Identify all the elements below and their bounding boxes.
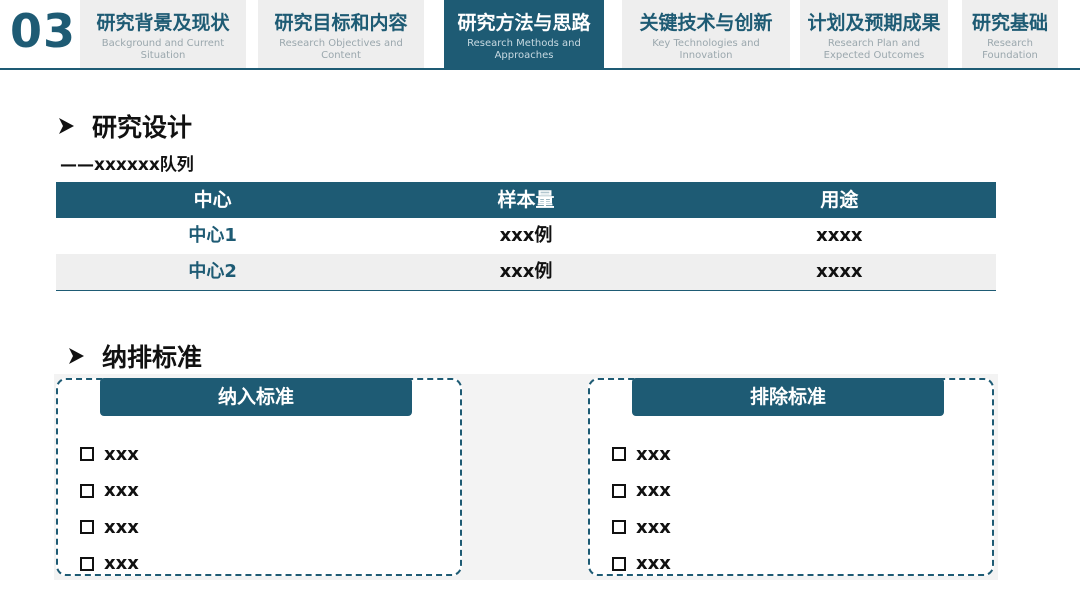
checkbox-icon bbox=[612, 483, 626, 498]
table-cell: xxxx bbox=[816, 261, 863, 282]
list-item-text: xxx bbox=[636, 553, 671, 575]
tab-objectives[interactable]: 研究目标和内容 Research Objectives and Content bbox=[258, 0, 424, 68]
tab-sublabel: Research Plan and Expected Outcomes bbox=[823, 38, 925, 61]
checkbox-icon bbox=[612, 556, 626, 571]
exclusion-list: xxx xxx xxx xxx bbox=[612, 436, 671, 582]
list-item: xxx bbox=[612, 509, 671, 546]
list-item: xxx bbox=[80, 436, 139, 473]
table-cell: xxxx bbox=[816, 225, 863, 246]
list-item-text: xxx bbox=[104, 480, 139, 502]
table-row: 中心2 xxx例 xxxx bbox=[56, 254, 996, 290]
list-item-text: xxx bbox=[636, 516, 671, 538]
tab-sublabel: Research Methods and Approaches bbox=[467, 38, 581, 61]
list-item-text: xxx bbox=[104, 516, 139, 538]
checkbox-icon bbox=[80, 520, 94, 535]
list-item-text: xxx bbox=[104, 553, 139, 575]
tab-sublabel: Research Foundation bbox=[982, 38, 1038, 61]
column-header-center: 中心 bbox=[193, 189, 232, 211]
list-item-text: xxx bbox=[636, 443, 671, 465]
tab-plan[interactable]: 计划及预期成果 Research Plan and Expected Outco… bbox=[800, 0, 948, 68]
list-item-text: xxx bbox=[636, 480, 671, 502]
table-cell: 中心1 bbox=[188, 225, 237, 246]
table-row: 中心1 xxx例 xxxx bbox=[56, 218, 996, 254]
tab-label: 关键技术与创新 bbox=[639, 12, 773, 34]
checkbox-icon bbox=[80, 483, 94, 498]
tab-sublabel: Background and Current Situation bbox=[101, 38, 225, 61]
arrow-right-icon bbox=[59, 118, 74, 134]
header-nav: 03 研究背景及现状 Background and Current Situat… bbox=[0, 0, 1080, 70]
checkbox-icon bbox=[612, 520, 626, 535]
tab-foundation[interactable]: 研究基础 Research Foundation bbox=[962, 0, 1058, 68]
table-cell: xxx例 bbox=[499, 225, 553, 246]
criteria-title: 纳排标准 bbox=[102, 343, 203, 372]
list-item: xxx bbox=[80, 473, 139, 510]
table-bottom-rule bbox=[56, 290, 996, 291]
tab-label: 研究背景及现状 bbox=[96, 12, 230, 34]
tab-methods[interactable]: 研究方法与思路 Research Methods and Approaches bbox=[444, 0, 604, 68]
center-table: 中心 样本量 用途 中心1 xxx例 xxxx 中心2 xxx例 xxxx bbox=[56, 182, 996, 291]
column-header-purpose: 用途 bbox=[820, 189, 859, 211]
column-header-sample-size: 样本量 bbox=[497, 189, 555, 211]
inclusion-list: xxx xxx xxx xxx bbox=[80, 436, 139, 582]
tab-label: 研究基础 bbox=[971, 12, 1048, 34]
tab-background[interactable]: 研究背景及现状 Background and Current Situation bbox=[80, 0, 246, 68]
inclusion-title: 纳入标准 bbox=[100, 378, 412, 416]
list-item: xxx bbox=[80, 509, 139, 546]
design-title: 研究设计 bbox=[92, 113, 193, 142]
arrow-right-icon bbox=[69, 348, 84, 364]
tab-sublabel: Research Objectives and Content bbox=[279, 38, 403, 61]
list-item: xxx bbox=[80, 546, 139, 583]
tab-sublabel: Key Technologies and Innovation bbox=[652, 38, 760, 61]
tab-label: 研究方法与思路 bbox=[457, 12, 591, 34]
cohort-subtitle: ——xxxxxx队列 bbox=[60, 155, 194, 175]
table-header: 中心 样本量 用途 bbox=[56, 182, 996, 218]
checkbox-icon bbox=[612, 447, 626, 462]
list-item: xxx bbox=[612, 473, 671, 510]
exclusion-title: 排除标准 bbox=[632, 378, 944, 416]
list-item: xxx bbox=[612, 546, 671, 583]
checkbox-icon bbox=[80, 556, 94, 571]
inclusion-card: 纳入标准 xxx xxx xxx xxx bbox=[56, 378, 462, 576]
list-item: xxx bbox=[612, 436, 671, 473]
design-heading: 研究设计 bbox=[56, 108, 192, 144]
criteria-panel: 纳入标准 xxx xxx xxx xxx 排除标准 xxx xxx xxx xx… bbox=[54, 374, 998, 580]
header-divider bbox=[0, 68, 1080, 70]
tab-technologies[interactable]: 关键技术与创新 Key Technologies and Innovation bbox=[622, 0, 790, 68]
tab-label: 研究目标和内容 bbox=[274, 12, 408, 34]
table-cell: 中心2 bbox=[188, 261, 237, 282]
checkbox-icon bbox=[80, 447, 94, 462]
criteria-heading: 纳排标准 bbox=[66, 338, 202, 374]
list-item-text: xxx bbox=[104, 443, 139, 465]
section-number: 03 bbox=[10, 4, 77, 58]
exclusion-card: 排除标准 xxx xxx xxx xxx bbox=[588, 378, 994, 576]
table-cell: xxx例 bbox=[499, 261, 553, 282]
tab-label: 计划及预期成果 bbox=[807, 12, 941, 34]
